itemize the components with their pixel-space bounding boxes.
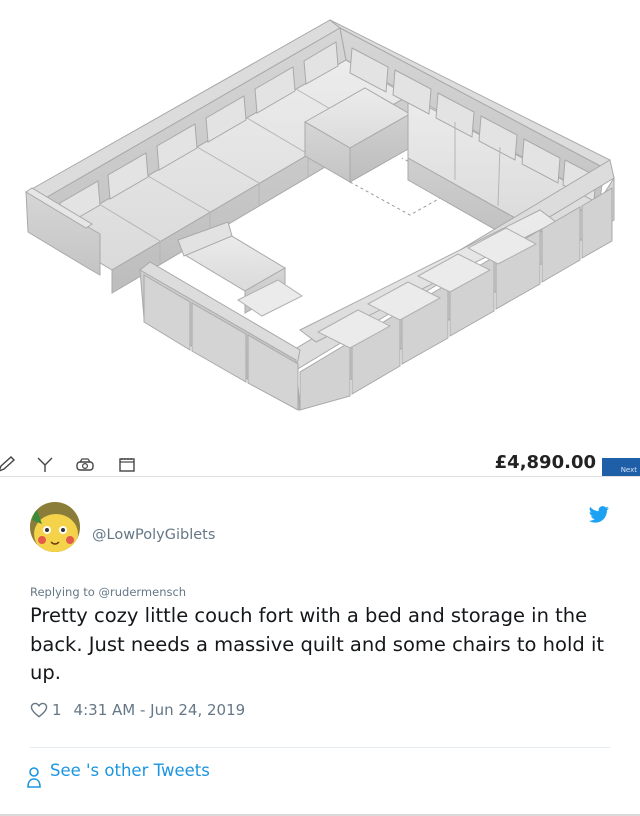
calendar-icon[interactable] [116, 454, 138, 474]
see-other-tweets-link[interactable]: See 's other Tweets [50, 758, 210, 783]
product-price: £4,890.00 [494, 452, 596, 473]
replying-to: Replying to @rudermensch [30, 585, 186, 599]
tweet-text: Pretty cozy little couch fort with a bed… [30, 604, 605, 684]
tweet-card: @LowPolyGiblets Replying to @rudermensch… [0, 478, 640, 816]
next-button[interactable]: Next [602, 458, 640, 476]
user-handle[interactable]: @LowPolyGiblets [92, 527, 215, 543]
like-count: 1 [52, 701, 62, 719]
replying-prefix: Replying to [30, 585, 99, 599]
divider [0, 476, 640, 477]
replying-to-handle[interactable]: @rudermensch [99, 585, 187, 599]
pikachu-avatar-icon [30, 502, 80, 552]
tweet-meta: 1 4:31 AM - Jun 24, 2019 [30, 701, 245, 719]
divider [30, 747, 610, 748]
pencil-icon[interactable] [0, 454, 18, 474]
measure-icon[interactable] [34, 454, 56, 474]
person-icon [27, 767, 41, 788]
tweet-timestamp[interactable]: 4:31 AM - Jun 24, 2019 [74, 701, 246, 719]
camera-icon[interactable] [74, 454, 96, 474]
product-viewer: £4,890.00 Next [0, 0, 640, 478]
heart-icon[interactable] [30, 702, 48, 718]
sectional-sofa-image [25, 19, 615, 411]
avatar[interactable] [30, 502, 80, 552]
twitter-bird-icon[interactable] [588, 506, 610, 524]
